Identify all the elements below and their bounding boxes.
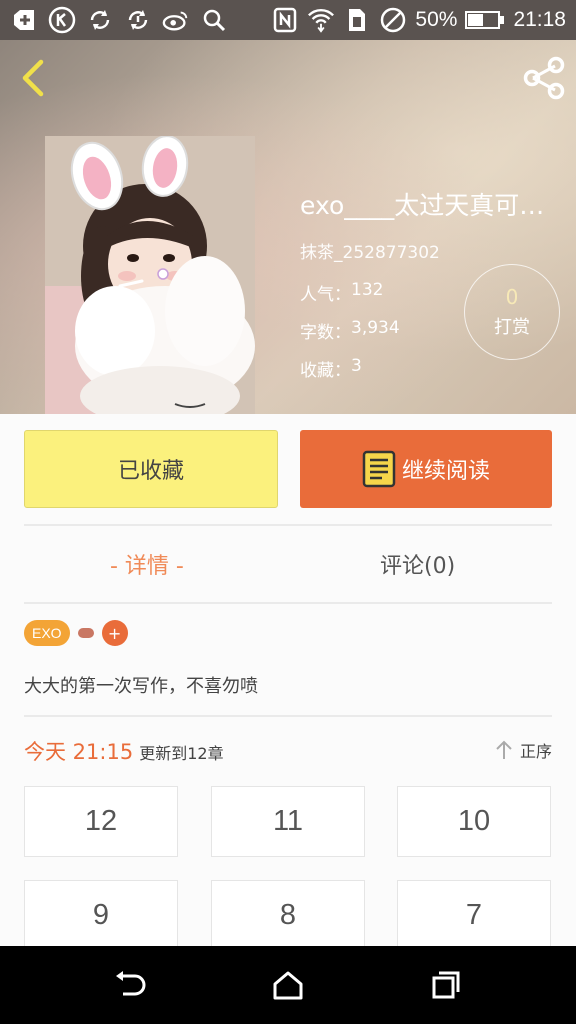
tip-button[interactable]: 0 打赏 [464,264,560,360]
tag-placeholder [77,628,94,638]
sync-alt-icon [124,6,152,34]
recent-apps-icon [432,971,460,999]
nfc-icon [271,6,299,34]
divider [24,524,552,526]
divider [24,715,552,717]
tip-count: 0 [505,285,519,309]
home-icon [273,971,303,1000]
favorites-value: 3 [351,356,362,376]
add-tag-button[interactable]: + [101,620,128,646]
sync-icon [86,6,114,34]
book-cover-image[interactable] [45,136,255,414]
chapter-item[interactable]: 9 [24,880,178,951]
tab-comments[interactable]: 评论(0) [380,548,455,580]
tag-exo[interactable]: EXO [24,620,70,646]
wifi-icon [307,6,335,34]
share-button[interactable] [520,54,568,102]
chapter-item[interactable]: 11 [211,786,365,857]
update-info: 今天 21:15 更新到12章 [24,736,224,766]
back-nav-button[interactable] [110,965,150,1005]
plus-icon [10,6,38,34]
recents-nav-button[interactable] [426,965,466,1005]
share-icon [523,56,565,100]
back-button[interactable] [12,56,52,100]
sim-icon [343,6,371,34]
chapter-item[interactable]: 10 [397,786,551,857]
back-arrow-icon [116,971,146,996]
tip-label: 打赏 [494,317,530,338]
update-text: 更新到12章 [139,744,224,763]
divider [24,602,552,604]
battery-percent: 50% [415,8,458,31]
chapter-item[interactable]: 12 [24,786,178,857]
status-bar: 50% 21:18 [0,0,576,40]
home-nav-button[interactable] [268,965,308,1005]
system-nav-bar [0,946,576,1024]
book-title: exo____太过天真可… [300,191,545,220]
weibo-icon [162,6,190,34]
popularity-label: 人气： [300,285,351,305]
continue-reading-label: 继续阅读 [401,459,490,484]
update-time: 今天 21:15 [24,740,134,764]
favorites-label: 收藏： [300,361,351,381]
book-icon [362,450,396,488]
sort-label: 正序 [519,742,552,761]
tag-list: EXO + [24,620,128,646]
battery-icon [465,6,505,34]
favorites-stat: 收藏： 3 [300,356,556,381]
word-count-label: 字数： [300,323,351,343]
clock: 21:18 [513,8,566,31]
no-disturb-icon [379,6,407,34]
tab-detail[interactable]: - 详情 - [110,548,184,580]
continue-reading-button[interactable]: 继续阅读 [300,430,552,508]
arrow-up-icon [496,740,512,759]
book-description: 大大的第一次写作，不喜勿喷 [24,676,258,697]
popularity-value: 132 [351,280,384,300]
word-count-value: 3,934 [351,318,400,338]
book-header: exo____太过天真可… 抹茶_252877302 人气： 132 字数： 3… [0,40,576,414]
book-author[interactable]: 抹茶_252877302 [300,238,556,263]
collected-label: 已收藏 [117,459,184,484]
chevron-left-icon [22,59,44,97]
search-icon [200,6,228,34]
chapter-item[interactable]: 8 [211,880,365,951]
collected-button[interactable]: 已收藏 [24,430,278,508]
sort-toggle[interactable]: 正序 [494,738,552,762]
chapter-item[interactable]: 7 [397,880,551,951]
k-app-icon [48,6,76,34]
